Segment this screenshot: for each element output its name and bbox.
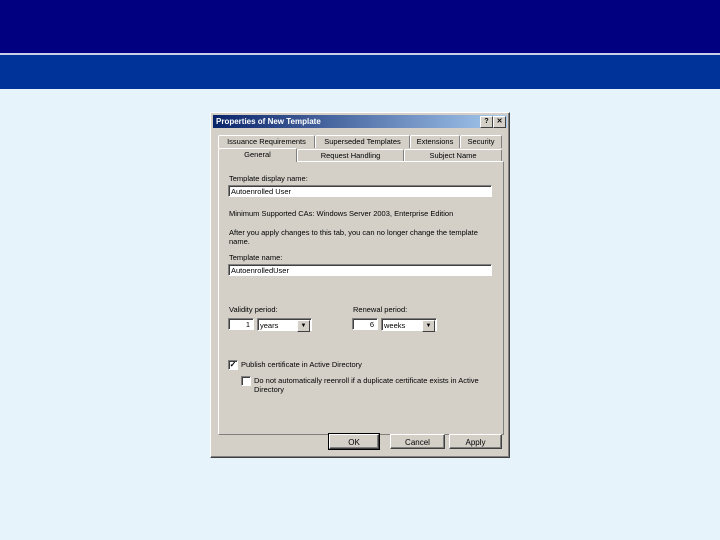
tab-extensions[interactable]: Extensions	[410, 135, 460, 148]
display-name-label: Template display name:	[229, 174, 308, 183]
dialog-titlebar[interactable]: Properties of New Template ? ✕	[213, 115, 507, 128]
template-name-label: Template name:	[229, 253, 283, 262]
display-name-input[interactable]: Autoenrolled User	[228, 185, 492, 197]
validity-value-input[interactable]: 1	[228, 318, 254, 330]
properties-dialog: Properties of New Template ? ✕ Issuance …	[210, 112, 510, 458]
tab-issuance-requirements[interactable]: Issuance Requirements	[218, 135, 315, 148]
validity-unit-select[interactable]: years ▼	[257, 318, 312, 332]
apply-button[interactable]: Apply	[449, 434, 502, 449]
tab-general[interactable]: General	[218, 148, 297, 162]
renewal-unit-value: weeks	[384, 321, 406, 330]
dialog-title: Properties of New Template	[216, 117, 321, 126]
chevron-down-icon[interactable]: ▼	[297, 320, 310, 332]
validity-period-label: Validity period:	[229, 305, 278, 314]
renewal-value-input[interactable]: 6	[352, 318, 378, 330]
renewal-period-label: Renewal period:	[353, 305, 408, 314]
close-icon: ✕	[496, 118, 503, 125]
subheader-band	[0, 55, 720, 89]
template-name-input[interactable]: AutoenrolledUser	[228, 264, 492, 276]
reenroll-checkbox[interactable]	[241, 376, 251, 386]
reenroll-label: Do not automatically reenroll if a dupli…	[254, 376, 479, 385]
tab-superseded-templates[interactable]: Superseded Templates	[315, 135, 410, 148]
ok-button[interactable]: OK	[328, 433, 380, 450]
header-band	[0, 0, 720, 53]
cancel-button[interactable]: Cancel	[390, 434, 445, 449]
min-ca-text: Minimum Supported CAs: Windows Server 20…	[229, 209, 454, 218]
help-button[interactable]: ?	[480, 116, 493, 128]
tab-security[interactable]: Security	[460, 135, 502, 148]
publish-label: Publish certificate in Active Directory	[241, 360, 362, 369]
publish-checkbox[interactable]: ✓	[228, 360, 238, 370]
reenroll-label-2: Directory	[254, 385, 285, 394]
renewal-unit-select[interactable]: weeks ▼	[381, 318, 437, 332]
validity-unit-value: years	[260, 321, 279, 330]
warning-text: After you apply changes to this tab, you…	[229, 228, 478, 237]
close-button[interactable]: ✕	[493, 116, 506, 128]
chevron-down-icon[interactable]: ▼	[422, 320, 435, 332]
help-icon: ?	[484, 118, 489, 125]
warning-text-2: name.	[229, 237, 250, 246]
